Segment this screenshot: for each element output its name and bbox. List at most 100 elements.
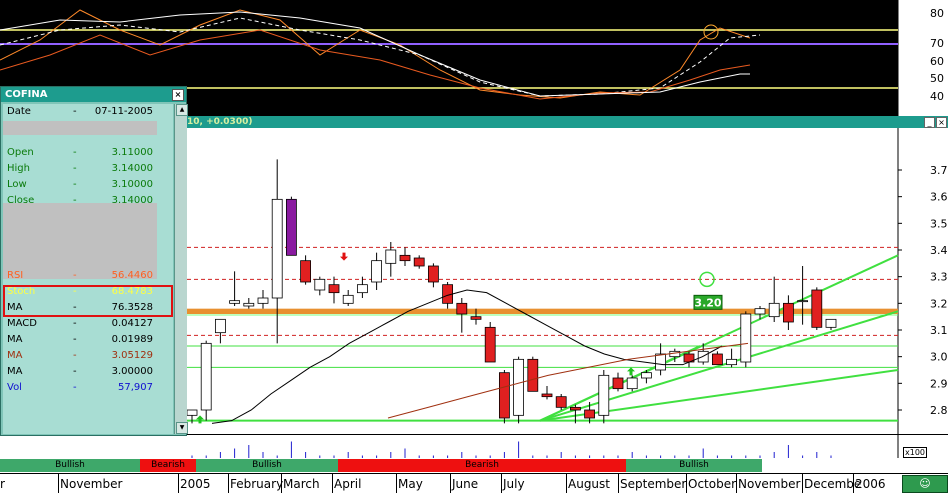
candle-body — [726, 358, 737, 366]
candle-body — [229, 300, 241, 304]
data-window-dash: - — [73, 334, 77, 345]
data-window-dash: - — [73, 382, 77, 393]
data-window-key: Date — [7, 106, 31, 117]
month-label: November — [60, 477, 123, 491]
data-window-row: Open - 3.11000 — [3, 145, 173, 161]
month-tick — [228, 474, 229, 493]
month-tick — [686, 474, 687, 493]
candle-body — [498, 372, 510, 419]
candle-body — [186, 409, 198, 416]
data-window-dash: - — [73, 163, 77, 174]
candle-body — [314, 278, 326, 291]
month-tick — [853, 474, 854, 493]
data-window-value: 3.11000 — [111, 147, 153, 158]
time-axis: r November 2005 February March April May June Ju… — [0, 473, 948, 493]
candle-body — [371, 260, 383, 283]
month-tick — [396, 474, 397, 493]
month-label: November — [738, 477, 801, 491]
indicator-y-tick: 50 — [930, 72, 944, 85]
highlight-box — [3, 285, 173, 317]
data-window-row: High - 3.14000 — [3, 161, 173, 177]
scroll-down-icon[interactable]: ▼ — [176, 422, 188, 434]
price-y-tick: 3.1 — [930, 324, 948, 337]
close-icon[interactable]: × — [172, 89, 184, 101]
data-window-value: 56.4460 — [111, 270, 153, 281]
month-tick — [332, 474, 333, 493]
data-window-value: 07-11-2005 — [94, 106, 153, 117]
data-window-row: RSI - 56.4460 — [3, 268, 173, 284]
data-window-value: 3.14000 — [111, 195, 153, 206]
candle-body — [811, 289, 823, 328]
data-window-scrollbar[interactable]: ▲ ▼ — [174, 104, 188, 434]
scroll-up-icon[interactable]: ▲ — [176, 104, 188, 116]
month-tick — [178, 474, 179, 493]
candle-body — [513, 358, 524, 416]
data-window-row: MACD - 0.04127 — [3, 316, 173, 332]
price-chart-header-text: 10, +0.0300) — [187, 117, 253, 127]
data-window-title: COFINA — [5, 89, 48, 100]
volume-scale-label: x100 — [903, 447, 928, 458]
price-y-tick: 3.0 — [930, 351, 948, 364]
data-window-title-bar[interactable]: COFINA × — [1, 87, 186, 102]
month-label: March — [283, 477, 320, 491]
smiley-button[interactable]: ☺ — [902, 475, 948, 493]
indicator-y-tick: 40 — [930, 90, 944, 103]
data-window-dash: - — [73, 350, 77, 361]
data-window-value: 0.04127 — [111, 318, 153, 329]
candle-body — [285, 198, 297, 256]
month-tick — [736, 474, 737, 493]
data-window[interactable]: COFINA × Date - 07-11-2005 Open - 3.11000 High… — [0, 86, 188, 436]
month-label: July — [503, 477, 525, 491]
data-window-value: 3.00000 — [111, 366, 153, 377]
data-window-dash: - — [73, 179, 77, 190]
month-label: June — [452, 477, 479, 491]
data-window-key: MA — [7, 334, 23, 345]
price-y-tick: 3.4 — [930, 244, 948, 257]
data-window-row: Date - 07-11-2005 — [3, 104, 173, 120]
data-window-row: Vol - 57,907 — [3, 380, 173, 396]
month-tick — [618, 474, 619, 493]
month-label: August — [568, 477, 610, 491]
data-window-key: RSI — [7, 270, 24, 281]
price-y-tick: 3.3 — [930, 271, 948, 284]
candle-body — [598, 374, 610, 416]
data-window-key: Low — [7, 179, 27, 190]
data-window-value: 57,907 — [118, 382, 153, 393]
close-icon[interactable]: × — [936, 117, 947, 128]
candle-body — [385, 249, 397, 264]
data-window-row: Low - 3.10000 — [3, 177, 173, 193]
signal-segment: Bullish — [626, 459, 762, 472]
data-window-row: MA - 3.00000 — [3, 364, 173, 380]
candle-body — [356, 284, 368, 294]
minimize-icon[interactable]: _ — [924, 117, 935, 128]
candle-body — [655, 353, 666, 371]
candle-body — [612, 377, 624, 390]
candle-body — [626, 377, 638, 390]
data-window-key: MACD — [7, 318, 37, 329]
data-window-body: Date - 07-11-2005 Open - 3.11000 High - 3.14000 L… — [3, 104, 173, 434]
candle-body — [641, 372, 652, 379]
candle-body — [783, 302, 794, 323]
candle-body — [825, 318, 837, 328]
data-window-key: Vol — [7, 382, 22, 393]
data-window-dash: - — [73, 106, 77, 117]
data-window-dash: - — [73, 270, 77, 281]
month-label: September — [620, 477, 687, 491]
candle-body — [214, 318, 226, 334]
data-window-key: High — [7, 163, 30, 174]
indicator-y-tick: 80 — [930, 7, 944, 20]
price-y-tick: 2.8 — [930, 404, 948, 417]
signal-segment: Bearish — [338, 459, 626, 472]
price-y-tick: 3.7 — [930, 164, 948, 177]
price-y-tick: 3.6 — [930, 191, 948, 204]
data-window-dash: - — [73, 366, 77, 377]
last-price-label: 3.20 — [694, 296, 721, 309]
candle-body — [740, 313, 752, 363]
candle-body — [456, 302, 468, 315]
candle-body — [484, 326, 496, 363]
month-tick — [802, 474, 803, 493]
volume-panel: x100 — [0, 434, 948, 459]
data-window-dash: - — [73, 147, 77, 158]
candle-body — [768, 302, 780, 318]
candle-body — [712, 353, 723, 366]
